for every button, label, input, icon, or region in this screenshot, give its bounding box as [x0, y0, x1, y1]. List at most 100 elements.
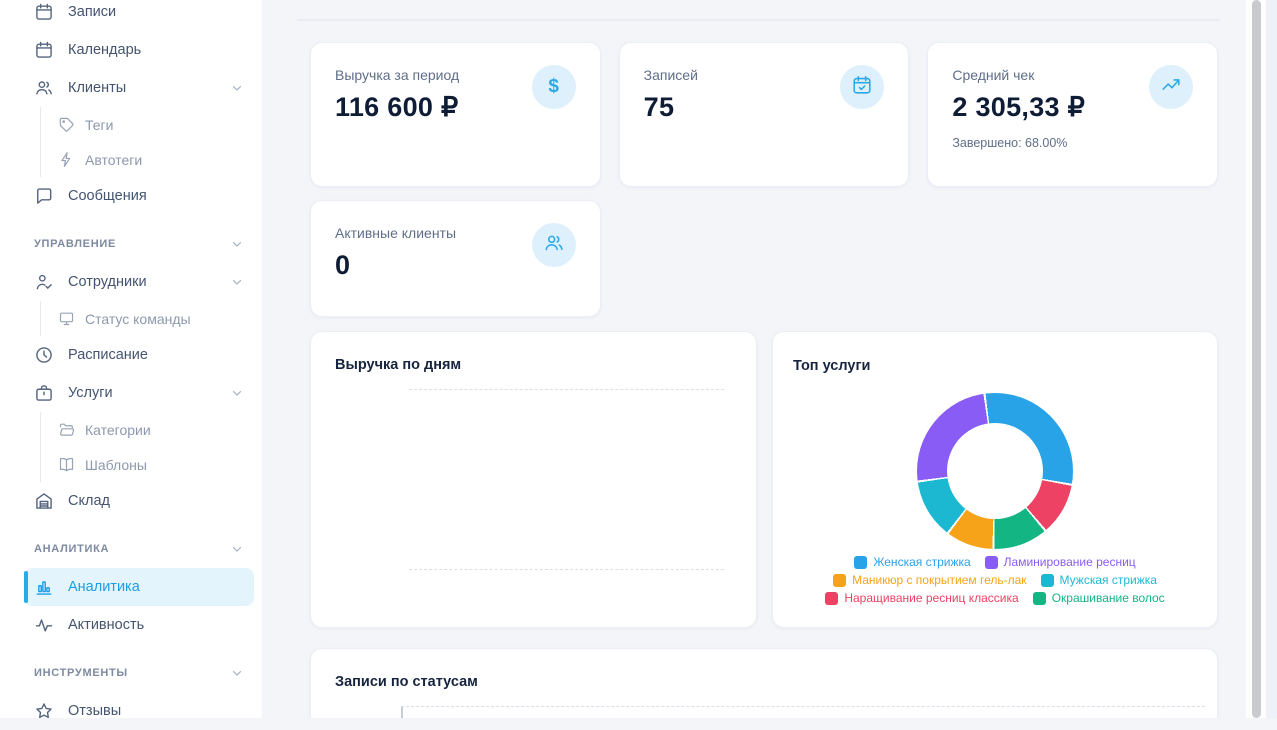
lightning-icon [58, 151, 75, 168]
stat-card: Средний чек2 305,33 ₽Завершено: 68.00% [927, 42, 1218, 187]
sidebar-item-label: Автотеги [85, 152, 246, 168]
stat-card-icon-circle [1149, 65, 1193, 109]
stat-card-icon-circle [840, 65, 884, 109]
sidebar-item-label: Клиенты [68, 80, 230, 96]
legend-item[interactable]: Наращивание ресниц классика [825, 591, 1018, 605]
legend-label: Маникюр с покрытием гель-лак [852, 573, 1026, 587]
legend-item[interactable]: Маникюр с покрытием гель-лак [833, 573, 1026, 587]
header-divider [297, 19, 1220, 21]
sidebar-item-shablony[interactable]: Шаблоны [40, 447, 246, 482]
sidebar-item-label: Категории [85, 422, 246, 438]
sidebar-item-sklad[interactable]: Склад [24, 482, 254, 520]
sidebar-item-label: Аналитика [68, 579, 244, 595]
chevron-down-icon [230, 237, 244, 251]
sidebar-item-label: Услуги [68, 385, 230, 401]
chevron-down-icon [230, 275, 244, 289]
employee-icon [34, 272, 54, 292]
legend-item[interactable]: Женская стрижка [854, 555, 970, 569]
scrollbar-track [1246, 0, 1277, 718]
chevron-down-icon [230, 81, 244, 95]
folder-icon [58, 421, 75, 438]
top-services-title: Топ услуги [793, 358, 870, 374]
stat-card: Активные клиенты0 [310, 200, 601, 317]
legend-swatch [1033, 592, 1046, 605]
star-icon [34, 701, 54, 721]
sidebar-item-label: Записи [68, 4, 244, 20]
sidebar-item-kalendar[interactable]: Календарь [24, 31, 254, 69]
section-label: УПРАВЛЕНИЕ [34, 238, 230, 250]
legend-label: Мужская стрижка [1060, 573, 1157, 587]
legend-label: Окрашивание волос [1052, 591, 1165, 605]
legend-item[interactable]: Мужская стрижка [1041, 573, 1157, 587]
stat-card-note: Завершено: 68.00% [952, 136, 1193, 150]
sidebar-item-label: Статус команды [85, 311, 246, 327]
sidebar-item-kategorii[interactable]: Категории [40, 412, 246, 447]
sidebar-item-klienty[interactable]: Клиенты [24, 69, 254, 107]
legend-swatch [1041, 574, 1054, 587]
sidebar-item-tegi[interactable]: Теги [40, 107, 246, 142]
stat-card-icon-circle [532, 223, 576, 267]
trend-up-icon [1160, 74, 1182, 101]
sidebar-nav: Записи Календарь Клиенты Теги Автотеги Сообще… [0, 0, 262, 730]
top-services-card: Топ услуги Женская стрижка Ламинирование … [772, 331, 1218, 628]
sidebar-item-label: Сообщения [68, 188, 244, 204]
donut-legend: Женская стрижка Ламинирование ресниц Маник… [773, 555, 1217, 605]
sidebar-item-raspisanie[interactable]: Расписание [24, 336, 254, 374]
sidebar-item-avtotegi[interactable]: Автотеги [40, 142, 246, 177]
clients-icon [34, 78, 54, 98]
bookings-by-status-card: Записи по статусам [310, 648, 1218, 718]
warehouse-icon [34, 491, 54, 511]
stat-cards-grid: Выручка за период116 600 ₽$Записей75Сред… [310, 42, 1218, 317]
clock-icon [34, 345, 54, 365]
briefcase-icon [34, 383, 54, 403]
sidebar-item-zapisi[interactable]: Записи [24, 0, 254, 31]
bookings-by-status-title: Записи по статусам [335, 674, 478, 690]
sidebar-section-instrumenty[interactable]: ИНСТРУМЕНТЫ [24, 654, 254, 692]
sidebar-section-upravlenie[interactable]: УПРАВЛЕНИЕ [24, 225, 254, 263]
sidebar-item-sotrudniki[interactable]: Сотрудники [24, 263, 254, 301]
chevron-down-icon [230, 666, 244, 680]
y-axis-line [401, 707, 403, 718]
template-icon [58, 456, 75, 473]
clients-icon [543, 232, 565, 259]
sidebar-item-label: Шаблоны [85, 457, 246, 473]
sidebar-section-analitika-sec[interactable]: АНАЛИТИКА [24, 530, 254, 568]
legend-label: Ламинирование ресниц [1004, 555, 1136, 569]
monitor-icon [58, 310, 75, 327]
revenue-by-day-card: Выручка по дням [310, 331, 757, 628]
stat-card: Выручка за период116 600 ₽$ [310, 42, 601, 187]
calendar-check-icon [851, 74, 873, 101]
gridline [409, 569, 724, 570]
legend-swatch [854, 556, 867, 569]
activity-icon [34, 615, 54, 635]
sidebar-item-analitika[interactable]: Аналитика [24, 568, 254, 606]
legend-swatch [833, 574, 846, 587]
chevron-down-icon [230, 542, 244, 556]
legend-item[interactable]: Ламинирование ресниц [985, 555, 1136, 569]
sidebar-item-label: Календарь [68, 42, 244, 58]
calendar-icon [34, 40, 54, 60]
sidebar-item-aktivnost[interactable]: Активность [24, 606, 254, 644]
section-label: ИНСТРУМЕНТЫ [34, 667, 230, 679]
revenue-by-day-title: Выручка по дням [335, 357, 461, 373]
window-edge [1266, 0, 1277, 718]
scrollbar-thumb[interactable] [1252, 0, 1261, 718]
sidebar-item-uslugi[interactable]: Услуги [24, 374, 254, 412]
legend-item[interactable]: Окрашивание волос [1033, 591, 1165, 605]
sidebar-item-label: Расписание [68, 347, 244, 363]
sidebar-item-label: Сотрудники [68, 274, 230, 290]
sidebar-item-status-komandy[interactable]: Статус команды [40, 301, 246, 336]
top-services-donut-chart [917, 393, 1073, 549]
legend-label: Женская стрижка [873, 555, 970, 569]
dollar-icon: $ [548, 76, 559, 98]
sidebar-item-otzyvy[interactable]: Отзывы [24, 692, 254, 730]
calendar-icon [34, 2, 54, 22]
legend-swatch [985, 556, 998, 569]
chat-icon [34, 186, 54, 206]
sidebar-item-label: Теги [85, 117, 246, 133]
bar-chart-icon [34, 577, 54, 597]
tag-icon [58, 116, 75, 133]
sidebar-item-label: Склад [68, 493, 244, 509]
sidebar-item-soobshcheniya[interactable]: Сообщения [24, 177, 254, 215]
section-label: АНАЛИТИКА [34, 543, 230, 555]
